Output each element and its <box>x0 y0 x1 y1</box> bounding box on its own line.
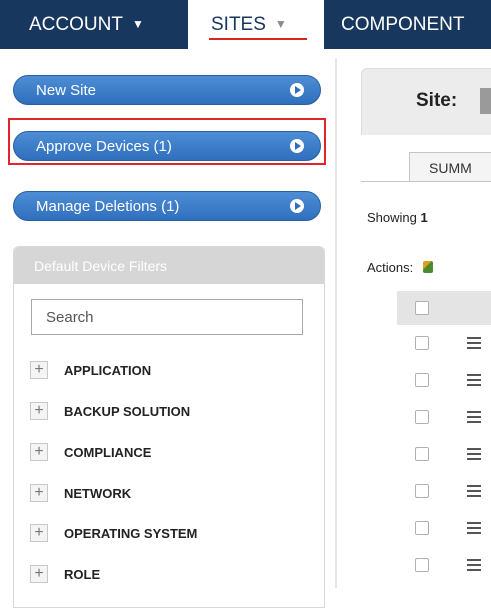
sites-menu-label: SITES <box>211 13 266 35</box>
new-site-button[interactable]: New Site <box>13 75 321 105</box>
caret-down-icon: ▼ <box>131 16 144 31</box>
row-menu-icon[interactable] <box>467 411 481 423</box>
device-filters-panel: Default Device Filters Search + APPLICAT… <box>13 246 325 608</box>
actions-label: Actions: <box>367 260 414 275</box>
select-all-checkbox[interactable] <box>415 301 429 315</box>
expand-plus-icon[interactable]: + <box>30 484 48 502</box>
showing-label: Showing <box>367 210 417 225</box>
row-checkbox[interactable] <box>415 558 429 572</box>
filter-item-label: ROLE <box>64 566 101 582</box>
row-menu-icon[interactable] <box>467 522 481 534</box>
filter-item-label: APPLICATION <box>64 362 152 378</box>
arrow-right-icon <box>290 83 304 97</box>
manage-deletions-button-label: Manage Deletions (1) <box>36 197 180 215</box>
showing-count-text: Showing 1 <box>367 210 428 225</box>
site-title: Site: <box>416 90 458 111</box>
expand-plus-icon[interactable]: + <box>30 361 48 379</box>
sites-menu[interactable]: SITES ▼ <box>188 0 324 49</box>
filter-item-operating-system[interactable]: + OPERATING SYSTEM <box>30 522 197 544</box>
filter-item-label: NETWORK <box>64 485 132 501</box>
row-checkbox[interactable] <box>415 484 429 498</box>
showing-count: 1 <box>420 210 428 225</box>
new-site-button-label: New Site <box>36 81 97 99</box>
tab-bar-line <box>361 181 491 182</box>
table-row[interactable] <box>397 558 491 588</box>
expand-plus-icon[interactable]: + <box>30 565 48 583</box>
table-row[interactable] <box>397 484 491 514</box>
row-menu-icon[interactable] <box>467 559 481 571</box>
account-menu-label: ACCOUNT <box>29 13 123 35</box>
account-menu[interactable]: ACCOUNT ▼ <box>0 0 188 49</box>
filter-search-input[interactable]: Search <box>31 299 303 335</box>
components-menu-label: COMPONENT <box>341 13 465 35</box>
table-row[interactable] <box>397 373 491 403</box>
filter-item-role[interactable]: + ROLE <box>30 563 100 585</box>
row-checkbox[interactable] <box>415 373 429 387</box>
filter-item-network[interactable]: + NETWORK <box>30 482 131 504</box>
row-menu-icon[interactable] <box>467 337 481 349</box>
filter-item-label: COMPLIANCE <box>64 444 152 460</box>
table-row[interactable] <box>397 336 491 366</box>
top-nav: ACCOUNT ▼ SITES ▼ COMPONENT <box>0 0 491 58</box>
row-menu-icon[interactable] <box>467 448 481 460</box>
components-menu[interactable]: COMPONENT <box>324 0 491 49</box>
highlight-box <box>8 118 326 165</box>
tab-summary-label: SUMM <box>429 159 472 176</box>
table-row[interactable] <box>397 521 491 551</box>
filter-item-label: BACKUP SOLUTION <box>64 403 191 419</box>
column-divider <box>335 58 337 588</box>
caret-down-icon: ▼ <box>274 16 287 31</box>
site-name-redacted <box>480 88 491 114</box>
active-tab-underline <box>209 38 307 40</box>
site-header: Site: <box>361 68 491 135</box>
arrow-right-icon <box>290 199 304 213</box>
tab-summary[interactable]: SUMM <box>409 152 491 182</box>
filter-search-placeholder: Search <box>46 308 94 326</box>
row-checkbox[interactable] <box>415 336 429 350</box>
filter-item-compliance[interactable]: + COMPLIANCE <box>30 441 151 463</box>
filter-item-backup-solution[interactable]: + BACKUP SOLUTION <box>30 400 190 422</box>
table-row[interactable] <box>397 447 491 477</box>
action-tool-icon[interactable] <box>422 261 433 273</box>
row-checkbox[interactable] <box>415 521 429 535</box>
table-header <box>397 291 491 325</box>
row-checkbox[interactable] <box>415 410 429 424</box>
expand-plus-icon[interactable]: + <box>30 443 48 461</box>
manage-deletions-button[interactable]: Manage Deletions (1) <box>13 191 321 221</box>
filter-item-label: OPERATING SYSTEM <box>64 525 198 541</box>
expand-plus-icon[interactable]: + <box>30 402 48 420</box>
row-menu-icon[interactable] <box>467 374 481 386</box>
expand-plus-icon[interactable]: + <box>30 524 48 542</box>
table-row[interactable] <box>397 410 491 440</box>
row-checkbox[interactable] <box>415 447 429 461</box>
filter-item-application[interactable]: + APPLICATION <box>30 359 151 381</box>
device-filters-title: Default Device Filters <box>14 247 324 284</box>
actions-bar: Actions: <box>367 260 433 275</box>
row-menu-icon[interactable] <box>467 485 481 497</box>
